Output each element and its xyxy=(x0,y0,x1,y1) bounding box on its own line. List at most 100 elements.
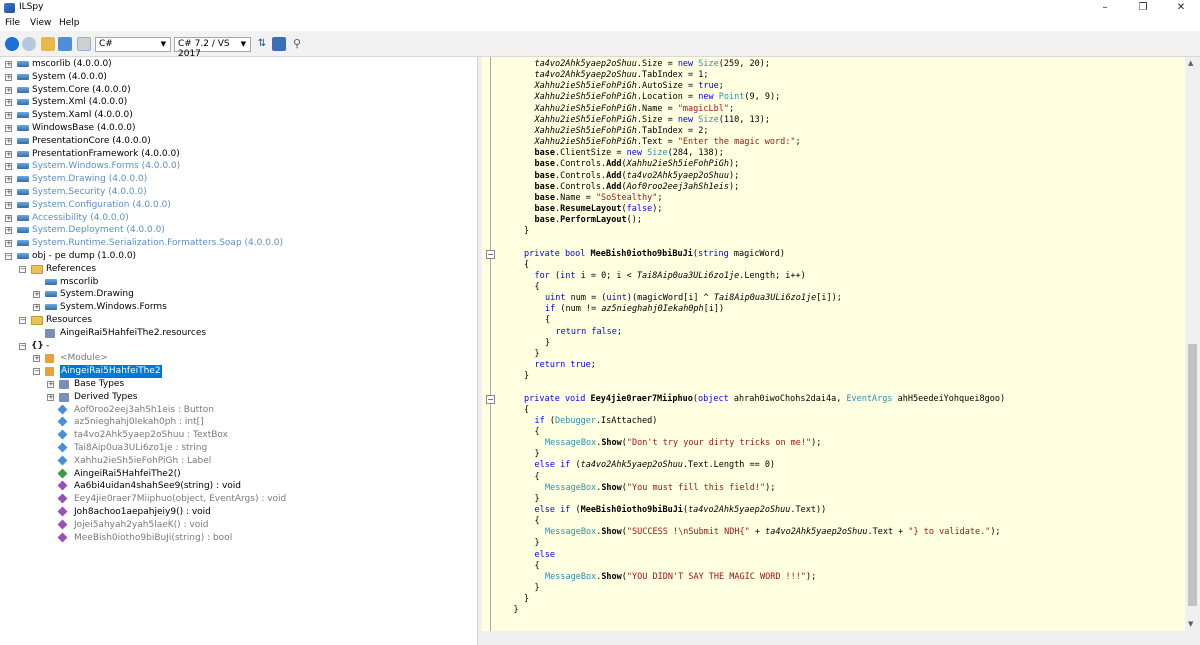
tree-node[interactable]: ta4vo2Ahk5yaep2oShuu : TextBox xyxy=(0,429,477,442)
menu-help[interactable]: Help xyxy=(59,18,80,28)
search-icon[interactable]: ⚲ xyxy=(290,37,304,51)
tree-node[interactable]: Tai8Aip0ua3ULi6zo1je : string xyxy=(0,442,477,455)
version-select[interactable]: C# 7.2 / VS 2017 ▼ xyxy=(174,37,251,59)
collapse-icon[interactable]: − xyxy=(19,265,26,273)
code-line: base.ResumeLayout(false); xyxy=(503,204,663,215)
expand-icon[interactable]: + xyxy=(5,214,12,222)
show-internal-icon[interactable] xyxy=(77,37,91,51)
expand-icon[interactable]: + xyxy=(5,189,12,196)
tree-node[interactable]: − References xyxy=(0,263,477,276)
tree-node[interactable]: Joh8achoo1aepahjeiy9() : void xyxy=(0,506,477,519)
code-view[interactable]: ta4vo2Ahk5yaep2oShuu.Size = new Size(259… xyxy=(482,57,1185,631)
tree-node[interactable]: + System.Windows.Forms xyxy=(0,301,477,314)
expand-icon[interactable]: + xyxy=(5,240,12,248)
tree-node[interactable]: Aa6bi4uidan4shahSee9(string) : void xyxy=(0,480,477,493)
expand-icon[interactable]: + xyxy=(5,150,12,158)
code-token: ); xyxy=(990,527,1001,538)
scroll-down-icon[interactable]: ▼ xyxy=(1188,620,1193,628)
tree-node[interactable]: − Resources xyxy=(0,314,477,327)
tree-node[interactable]: Eey4jie0raer7Miiphuo(object, EventArgs) … xyxy=(0,493,477,506)
code-token: for xyxy=(534,270,555,281)
tree-node[interactable]: + <Module> xyxy=(0,352,477,365)
forward-icon[interactable] xyxy=(22,37,36,51)
code-token: Show xyxy=(601,438,622,449)
minimize-icon[interactable]: – xyxy=(1086,0,1124,16)
horizontal-scrollbar[interactable] xyxy=(482,631,1200,645)
tree-node-label: System.Deployment (4.0.0.0) xyxy=(32,225,165,236)
menu-file[interactable]: File xyxy=(5,18,20,28)
code-token: .Length; i++) xyxy=(739,270,806,281)
expand-icon[interactable]: + xyxy=(5,176,12,184)
code-token: ta4vo2Ahk5yaep2oShuu xyxy=(534,70,637,81)
tree-node[interactable]: Aof0roo2eej3ahSh1eis : Button xyxy=(0,404,477,417)
fold-toggle-icon[interactable]: − xyxy=(486,394,495,404)
tree-node[interactable]: MeeBish0iotho9biBuJi(string) : bool xyxy=(0,532,477,545)
scrollbar-thumb[interactable] xyxy=(1188,344,1197,606)
expand-icon[interactable]: + xyxy=(5,201,12,209)
tree-node[interactable]: + mscorlib (4.0.0.0) xyxy=(0,58,477,71)
code-token: ahH5eedeiYohquei8goo) xyxy=(897,393,1006,404)
expand-icon[interactable]: + xyxy=(33,355,40,363)
maximize-icon[interactable]: ❐ xyxy=(1124,0,1162,16)
expand-icon[interactable]: + xyxy=(5,227,12,235)
code-token: ta4vo2Ahk5yaep2oShuu xyxy=(688,505,791,515)
expand-icon[interactable]: + xyxy=(5,61,12,68)
bookmark-icon[interactable] xyxy=(272,37,286,51)
tree-node[interactable]: + System.Core (4.0.0.0) xyxy=(0,84,477,97)
code-token: Xahhu2ieSh5ieFohPiGh xyxy=(534,92,637,103)
code-token: base xyxy=(534,148,555,159)
expand-icon[interactable]: + xyxy=(5,112,12,120)
tree-node[interactable]: AingeiRai5HahfeiThe2.resources xyxy=(0,327,477,340)
tree-node[interactable]: + WindowsBase (4.0.0.0) xyxy=(0,122,477,135)
expand-icon[interactable]: + xyxy=(5,86,12,94)
collapse-icon[interactable]: − xyxy=(19,317,26,324)
tree-node[interactable]: + System.Configuration (4.0.0.0) xyxy=(0,199,477,212)
tree-node[interactable]: + Base Types xyxy=(0,378,477,391)
tree-node[interactable]: + System.Deployment (4.0.0.0) xyxy=(0,224,477,237)
vertical-scrollbar[interactable]: ▲ ▼ xyxy=(1185,57,1200,631)
tree-node[interactable]: + System.Drawing (4.0.0.0) xyxy=(0,173,477,186)
scroll-up-icon[interactable]: ▲ xyxy=(1188,59,1193,67)
reload-icon[interactable] xyxy=(58,37,72,51)
expand-icon[interactable]: + xyxy=(33,291,40,299)
tree-node[interactable]: + System.Xaml (4.0.0.0) xyxy=(0,109,477,122)
expand-icon[interactable]: + xyxy=(47,393,54,401)
close-icon[interactable]: ✕ xyxy=(1162,0,1200,16)
tree-node[interactable]: az5nieghahj0Iekah0ph : int[] xyxy=(0,416,477,429)
assembly-tree[interactable]: + mscorlib (4.0.0.0) + System (4.0.0.0) + Sys… xyxy=(0,57,477,645)
code-line: { xyxy=(503,561,540,572)
open-file-icon[interactable] xyxy=(41,37,55,51)
expand-icon[interactable]: + xyxy=(47,381,54,388)
tree-node[interactable]: AingeiRai5HahfeiThe2() xyxy=(0,468,477,481)
menu-view[interactable]: View xyxy=(30,18,51,28)
expand-icon[interactable]: + xyxy=(5,163,12,171)
tree-node[interactable]: + System.Security (4.0.0.0) xyxy=(0,186,477,199)
tree-node[interactable]: + Derived Types xyxy=(0,391,477,404)
expand-icon[interactable]: + xyxy=(5,99,12,107)
tree-node[interactable]: + System.Runtime.Serialization.Formatters… xyxy=(0,237,477,250)
tree-node[interactable]: + PresentationCore (4.0.0.0) xyxy=(0,135,477,148)
tree-node[interactable]: + PresentationFramework (4.0.0.0) xyxy=(0,148,477,161)
expand-icon[interactable]: + xyxy=(5,137,12,145)
expand-icon[interactable]: + xyxy=(5,125,12,132)
back-icon[interactable] xyxy=(5,37,19,51)
language-select[interactable]: C# ▼ xyxy=(95,37,171,52)
tree-node[interactable]: Xahhu2ieSh5ieFohPiGh : Label xyxy=(0,455,477,468)
tree-node[interactable]: + System (4.0.0.0) xyxy=(0,71,477,84)
collapse-icon[interactable]: − xyxy=(33,368,40,376)
tree-node[interactable]: −{} - xyxy=(0,340,477,353)
expand-icon[interactable]: + xyxy=(33,304,40,312)
tree-node[interactable]: − AingeiRai5HahfeiThe2 xyxy=(0,365,477,379)
tree-node[interactable]: + System.Windows.Forms (4.0.0.0) xyxy=(0,160,477,173)
tree-node[interactable]: − obj - pe dump (1.0.0.0) xyxy=(0,250,477,263)
tree-node[interactable]: + Accessibility (4.0.0.0) xyxy=(0,212,477,225)
tree-node[interactable]: + System.Drawing xyxy=(0,288,477,301)
fold-toggle-icon[interactable]: − xyxy=(486,249,495,259)
expand-icon[interactable]: + xyxy=(5,73,12,81)
collapse-icon[interactable]: − xyxy=(19,342,26,350)
sort-icon[interactable]: ⇅ xyxy=(255,37,269,51)
tree-node[interactable]: mscorlib xyxy=(0,276,477,289)
collapse-icon[interactable]: − xyxy=(5,253,12,260)
tree-node[interactable]: Jojei5ahyah2yah5laeK() : void xyxy=(0,519,477,532)
tree-node[interactable]: + System.Xml (4.0.0.0) xyxy=(0,96,477,109)
